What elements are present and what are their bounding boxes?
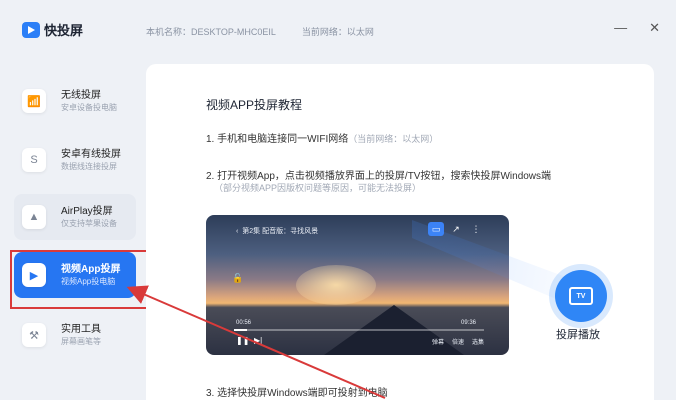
app-name: 快投屏 [44,23,84,38]
airplay-icon: ▲ [22,205,46,229]
device-info: 本机名称：DESKTOP-MHC0EIL 当前网络：以太网 [146,25,374,38]
step-2-note: （部分视频APP因版权问题等原因，可能无法投屏） [214,183,422,193]
next-icon[interactable]: ▶| [254,336,262,345]
sidebar-item-label: 实用工具 [61,323,101,335]
main-panel: 视频APP投屏教程 1. 手机和电脑连接同一WIFI网络（当前网络：以太网） 2… [146,64,654,400]
video-title: ‹ 第2集 配音版：寻找风景 [236,228,319,235]
step-1-note: （当前网络：以太网） [348,134,439,144]
sunset-glow [296,265,376,305]
window-controls: — ✕ [614,20,660,36]
title-bar: 快投屏 本机名称：DESKTOP-MHC0EIL 当前网络：以太网 — ✕ [0,0,676,52]
close-button[interactable]: ✕ [649,20,660,36]
danmaku-option[interactable]: 弹幕 [432,337,444,346]
device-name: 本机名称：DESKTOP-MHC0EIL [146,27,276,37]
usb-cable-icon: S [22,148,46,172]
speed-option[interactable]: 倍速 [452,337,464,346]
step-2-text: 2. 打开视频App，点击视频播放界面上的投屏/TV按钮，搜索快投屏Window… [206,171,552,182]
tv-cast-badge: TV [555,270,607,322]
progress-fill [234,329,247,331]
sidebar-item-android-wired[interactable]: S 安卓有线投屏 数据线连接投屏 [14,137,136,183]
sidebar-item-label: 安卓有线投屏 [61,148,121,160]
page-title: 视频APP投屏教程 [206,98,303,112]
annotation-highlight-box [10,250,159,309]
tv-cast-label: 投屏播放 [556,329,600,341]
step-3-text: 3. 选择快投屏Windows端即可投射到电脑 [206,388,388,399]
progress-bar[interactable] [234,329,484,331]
sidebar-item-subtitle: 屏幕画笔等 [61,336,101,346]
minimize-button[interactable]: — [614,20,627,36]
app-logo: 快投屏 [22,20,83,39]
sidebar-item-tools[interactable]: ⚒ 实用工具 屏幕画笔等 [14,312,136,358]
sidebar-item-airplay[interactable]: ▲ AirPlay投屏 仅支持苹果设备 [14,194,136,240]
sidebar-item-label: 无线投屏 [61,89,101,101]
sidebar-item-subtitle: 安卓设备投电脑 [61,102,117,112]
share-icon[interactable]: ↗ [448,222,464,236]
app-logo-icon [22,21,40,38]
lock-icon[interactable]: 🔓 [232,273,243,284]
network-status: 当前网络：以太网 [301,27,374,37]
total-time: 09:36 [461,320,477,326]
step-1-text: 1. 手机和电脑连接同一WIFI网络 [206,134,349,145]
video-player-preview: ‹ 第2集 配音版：寻找风景 ▭ ↗ ⋮ 🔓 00:56 09:36 ❚❚ ▶|… [206,215,509,355]
step-1: 1. 手机和电脑连接同一WIFI网络（当前网络：以太网） [206,130,438,145]
sidebar-item-label: AirPlay投屏 [61,205,113,217]
sidebar-item-wireless-cast[interactable]: 📶 无线投屏 安卓设备投电脑 [14,78,136,124]
sidebar-item-subtitle: 仅支持苹果设备 [61,218,117,228]
episodes-option[interactable]: 选集 [472,337,484,346]
more-icon[interactable]: ⋮ [468,222,484,236]
toolbox-icon: ⚒ [22,323,46,347]
wifi-cast-icon: 📶 [22,89,46,113]
current-time: 00:56 [236,320,252,326]
pause-icon[interactable]: ❚❚ [236,336,249,345]
tv-icon: TV [569,287,593,305]
sidebar-item-subtitle: 数据线连接投屏 [61,161,117,171]
